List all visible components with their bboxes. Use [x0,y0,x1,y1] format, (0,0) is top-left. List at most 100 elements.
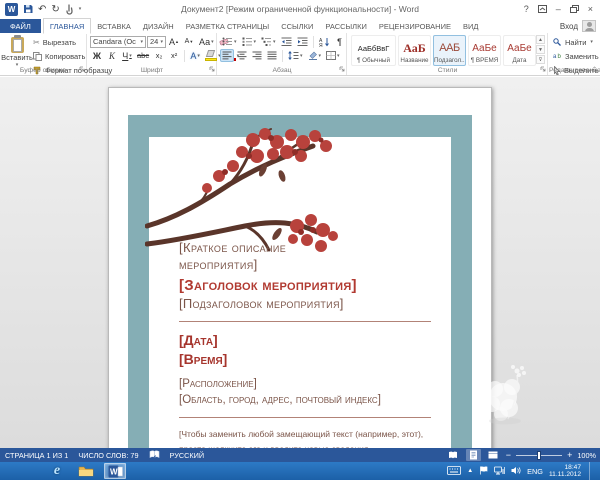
borders-button[interactable] [324,49,342,62]
taskbar-clock[interactable]: 18:47 11.11.2012 [549,464,581,479]
show-desktop-button[interactable] [589,462,592,480]
redo-button[interactable]: ↻ [51,3,59,16]
increase-indent-button[interactable] [295,35,310,48]
read-mode-button[interactable] [446,449,461,461]
clipboard-dialog-launcher[interactable] [79,65,85,74]
subscript-button[interactable]: x₂ [152,49,166,62]
line-spacing-button[interactable] [286,49,305,62]
input-language-indicator[interactable]: ENG [527,467,543,476]
page-indicator[interactable]: СТРАНИЦА 1 ИЗ 1 [5,451,68,460]
strikethrough-button[interactable]: abc [135,49,151,62]
style-date[interactable]: АаБеДата [503,35,536,66]
network-button[interactable] [494,462,505,480]
tab-view[interactable]: ВИД [457,19,484,33]
web-layout-button[interactable] [486,449,501,461]
taskbar-word[interactable]: W [104,463,126,479]
taskbar-internet-explorer[interactable]: e [46,463,68,479]
sign-in[interactable]: Вход [560,20,596,32]
tab-home[interactable]: ГЛАВНАЯ [43,18,91,34]
event-subtitle-placeholder[interactable]: [Подзаголовок мероприятия] [179,295,431,312]
numbering-button[interactable] [240,35,259,48]
date-placeholder[interactable]: [Дата] [179,331,431,350]
divider-rule [179,321,431,322]
event-description-placeholder[interactable]: [Краткое описаниемероприятия] [179,240,431,273]
style-subtitle[interactable]: ААБПодзагол... [433,35,466,66]
ribbon-display-options-button[interactable] [538,5,547,13]
bold-button[interactable]: Ж [90,49,104,62]
tab-mailings[interactable]: РАССЫЛКИ [319,19,373,33]
zoom-slider-thumb[interactable] [537,451,541,460]
help-button[interactable]: ? [524,2,529,16]
styles-scroll-down[interactable]: ▼ [536,45,545,54]
style-time[interactable]: АаБе¶ ВРЕМЯ [468,35,501,66]
tab-page-layout[interactable]: РАЗМЕТКА СТРАНИЦЫ [180,19,275,33]
justify-button[interactable] [265,49,279,62]
text-effects-button[interactable]: А [188,49,202,62]
touch-keyboard-button[interactable] [447,462,461,480]
tab-insert[interactable]: ВСТАВКА [91,19,137,33]
volume-button[interactable] [511,462,521,480]
sort-button[interactable]: АЯ [317,35,332,48]
avatar[interactable] [582,20,596,32]
font-family-combo[interactable]: Candara (Ос▾ [90,36,146,48]
shrink-font-button[interactable]: А▼ [182,35,196,48]
customize-qat-button[interactable]: ▾ [79,6,82,12]
tab-review[interactable]: РЕЦЕНЗИРОВАНИЕ [373,19,457,33]
instructions-text[interactable]: [Чтобы заменить любой замещающий текст (… [179,427,431,448]
collapse-ribbon-button[interactable]: ⌃ [592,66,597,73]
styles-more-button[interactable]: ⊽ [536,55,545,64]
font-dialog-launcher[interactable] [209,65,215,74]
word-count[interactable]: ЧИСЛО СЛОВ: 79 [78,451,138,460]
italic-button[interactable]: К [105,49,119,62]
word-logo-icon[interactable]: W [5,3,18,16]
minimize-button[interactable]: – [556,2,561,16]
show-formatting-button[interactable]: ¶ [333,35,347,48]
undo-button[interactable]: ↶ [38,3,46,16]
decrease-indent-button[interactable] [279,35,294,48]
grow-font-button[interactable]: А▲ [167,35,181,48]
replace-button[interactable]: abЗаменить [553,50,600,62]
tab-design[interactable]: ДИЗАЙН [137,19,180,33]
action-center-button[interactable] [479,462,488,480]
show-hidden-icons-button[interactable]: ▲ [467,468,473,474]
zoom-slider[interactable] [516,451,562,460]
restore-button[interactable] [570,5,579,13]
close-button[interactable]: × [588,2,593,16]
style-normal[interactable]: АаБбВвГ¶ Обычный [351,35,396,66]
event-title-placeholder[interactable]: [Заголовок мероприятия] [179,276,431,295]
address-placeholder[interactable]: [Область, город, адрес, почтовый индекс] [179,393,431,409]
taskbar-file-explorer[interactable] [75,463,97,479]
underline-button[interactable]: Ч [120,49,134,62]
styles-scroll-up[interactable]: ▲ [536,35,545,44]
read-mode-icon [448,451,458,459]
style-title[interactable]: АаБНазвание [398,35,431,66]
proofing-button[interactable] [149,450,160,461]
time-placeholder[interactable]: [Время] [179,350,431,369]
keyboard-icon [447,466,461,475]
align-left-button[interactable] [220,49,234,62]
language-indicator[interactable]: РУССКИЙ [170,451,205,460]
paragraph-dialog-launcher[interactable] [339,65,345,74]
align-right-button[interactable] [250,49,264,62]
clipboard-group-label: Буфер обмена [0,67,86,74]
superscript-button[interactable]: x² [167,49,181,62]
shading-button[interactable] [306,49,324,62]
change-case-button[interactable]: Аа [197,35,216,48]
zoom-in-button[interactable]: + [567,451,572,460]
location-placeholder[interactable]: [Расположение] [179,377,431,393]
find-button[interactable]: Найти [553,36,600,48]
touch-mode-button[interactable] [65,4,74,15]
align-center-button[interactable] [235,49,249,62]
zoom-out-button[interactable]: − [506,451,511,460]
chevron-down-icon: ▾ [140,39,143,45]
save-button[interactable] [23,4,33,14]
tab-file[interactable]: ФАЙЛ [0,19,41,33]
tab-references[interactable]: ССЫЛКИ [275,19,319,33]
zoom-level[interactable]: 100% [577,451,596,460]
bullets-button[interactable] [220,35,239,48]
print-layout-button[interactable] [466,449,481,461]
multilevel-list-button[interactable] [259,35,278,48]
font-size-combo[interactable]: 24▾ [147,36,166,48]
document-page[interactable]: [Краткое описаниемероприятия] [Заголовок… [108,87,492,448]
styles-dialog-launcher[interactable] [540,65,546,74]
